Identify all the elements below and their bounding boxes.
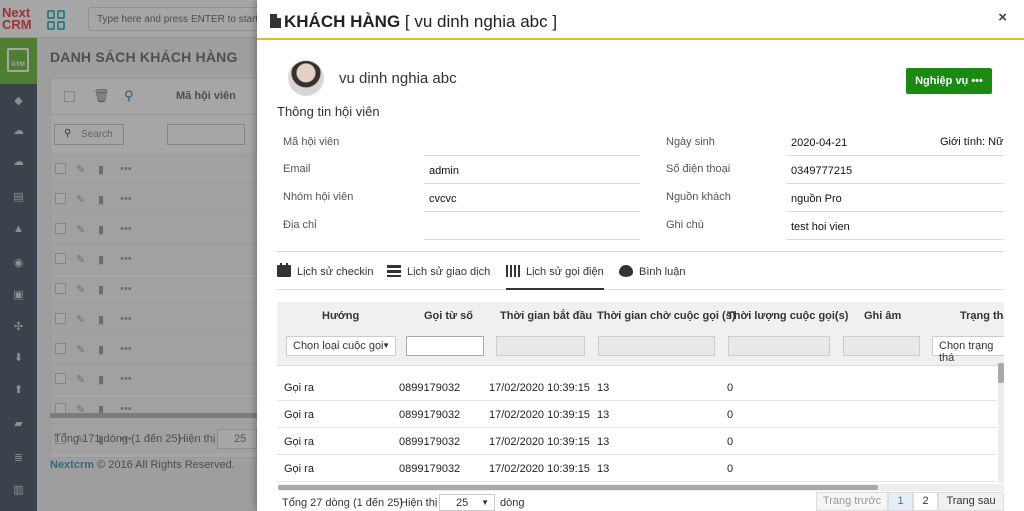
table-row[interactable]: Gọi ra 0899179032 17/02/2020 10:39:15 13… [277,401,997,428]
cell-duration: 0 [727,436,734,448]
divider [786,239,1004,240]
close-icon[interactable]: × [998,9,1007,26]
section-title: Thông tin hội viên [277,104,380,119]
member-code-label: Mã hội viên [283,136,340,148]
cell-duration: 0 [727,382,734,394]
status-filter-select[interactable]: Chọn trạng thá [932,336,1004,364]
column-status[interactable]: Trạng thá [960,310,1004,322]
rows-unit-label: dòng [500,497,525,509]
birthday-label: Ngày sinh [666,136,715,148]
column-recording[interactable]: Ghi âm [864,310,901,322]
customer-name: vu dinh nghia abc [339,70,457,87]
cell-duration: 0 [727,463,734,475]
scrollbar-thumb[interactable] [278,485,878,490]
prev-page-button[interactable]: Trang trước [816,492,888,511]
cell-wait-time: 13 [597,436,610,448]
customer-modal: KHÁCH HÀNG [ vu dinh nghia abc ] × vu di… [257,0,1024,511]
email-value: admin [429,165,459,177]
vertical-scrollbar[interactable] [998,363,1004,483]
modal-title: KHÁCH HÀNG [ vu dinh nghia abc ] [284,12,558,31]
cell-from-number: 0899179032 [399,463,461,475]
document-icon [270,14,281,28]
tab-call-history[interactable]: Lịch sử gọi điện [506,260,604,290]
duration-filter-input[interactable] [728,336,830,356]
cell-wait-time: 13 [597,409,610,421]
cell-wait-time: 13 [597,463,610,475]
cell-direction: Gọi ra [284,382,314,394]
page-size-select[interactable]: 25 ▼ [439,494,495,511]
cell-direction: Gọi ra [284,409,314,421]
cell-start-time: 17/02/2020 10:39:15 [489,463,590,475]
table-header: Hướng Gọi từ số Thời gian bắt đầu Thời g… [277,302,1004,330]
source-label: Nguồn khách [666,191,731,203]
comment-icon [619,265,633,277]
from-number-filter-input[interactable] [406,336,484,356]
birthday-value: 2020-04-21 [791,137,848,149]
horizontal-scrollbar[interactable] [278,484,1004,491]
phone-label: Số điện thoại [666,163,731,175]
page-1-button[interactable]: 1 [888,492,913,511]
filter-row: Chọn loại cuộc gọi ▼ Chọn trạng thá [277,330,1004,366]
next-page-button[interactable]: Trang sau [938,492,1004,511]
cell-duration: 0 [727,409,734,421]
cell-start-time: 17/02/2020 10:39:15 [489,382,590,394]
start-time-filter-input[interactable] [496,336,585,356]
section-divider [277,251,1004,252]
divider [424,183,640,184]
divider [786,211,1004,212]
call-history-table: Hướng Gọi từ số Thời gian bắt đầu Thời g… [277,302,1004,492]
caret-down-icon: ▼ [382,341,390,350]
cell-start-time: 17/02/2020 10:39:15 [489,409,590,421]
cell-from-number: 0899179032 [399,409,461,421]
source-value: nguồn Pro [791,193,842,205]
history-tabs: Lịch sử checkin Lịch sử giao dịch Lịch s… [277,260,1004,290]
cell-from-number: 0899179032 [399,382,461,394]
phone-value: 0349777215 [791,165,853,177]
column-from-number[interactable]: Gọi từ số [424,310,473,322]
calendar-icon [277,263,291,277]
tab-transaction-history[interactable]: Lịch sử giao dịch [387,260,490,290]
email-label: Email [283,163,311,175]
note-label: Ghi chú [666,219,704,231]
column-duration[interactable]: Thời lượng cuộc gọi(s) [727,310,848,322]
divider [786,183,1004,184]
address-label: Địa chỉ [283,219,317,231]
page-2-button[interactable]: 2 [913,492,938,511]
wait-time-filter-input[interactable] [598,336,715,356]
column-wait-time[interactable]: Thời gian chờ cuộc gọi (s) [597,310,735,322]
cell-from-number: 0899179032 [399,436,461,448]
gender-value: Giới tính: Nữ [940,136,1004,148]
divider [424,239,640,240]
column-start-time[interactable]: Thời gian bắt đầu [500,310,592,322]
cell-start-time: 17/02/2020 10:39:15 [489,436,590,448]
modal-header: KHÁCH HÀNG [ vu dinh nghia abc ] × [257,0,1024,40]
scrollbar-thumb[interactable] [998,363,1004,383]
table-row[interactable]: Gọi ra 0899179032 17/02/2020 10:39:15 13… [277,374,997,401]
divider [424,155,640,156]
actions-button[interactable]: Nghiệp vụ ••• [906,68,992,94]
cell-direction: Gọi ra [284,436,314,448]
call-bars-icon [506,265,520,277]
note-value: test hoi vien [791,221,850,233]
column-direction[interactable]: Hướng [322,310,359,322]
table-total: Tổng 27 dòng (1 đến 25) [282,497,404,509]
tab-comments[interactable]: Bình luận [619,260,685,290]
tab-checkin-history[interactable]: Lịch sử checkin [277,260,373,290]
avatar [288,60,324,96]
group-label: Nhóm hội viên [283,191,354,203]
show-label: Hiện thị [400,497,438,509]
direction-filter-select[interactable]: Chọn loại cuộc gọi ▼ [286,336,396,356]
caret-down-icon: ▼ [481,498,489,507]
cell-wait-time: 13 [597,382,610,394]
table-row[interactable]: Gọi ra 0899179032 17/02/2020 10:39:15 13… [277,428,997,455]
divider [786,155,1004,156]
list-icon [387,265,401,277]
group-value: cvcvc [429,193,457,205]
cell-direction: Gọi ra [284,463,314,475]
table-row[interactable]: Gọi ra 0899179032 17/02/2020 10:39:15 13… [277,455,997,482]
divider [424,211,640,212]
recording-filter-input[interactable] [843,336,920,356]
